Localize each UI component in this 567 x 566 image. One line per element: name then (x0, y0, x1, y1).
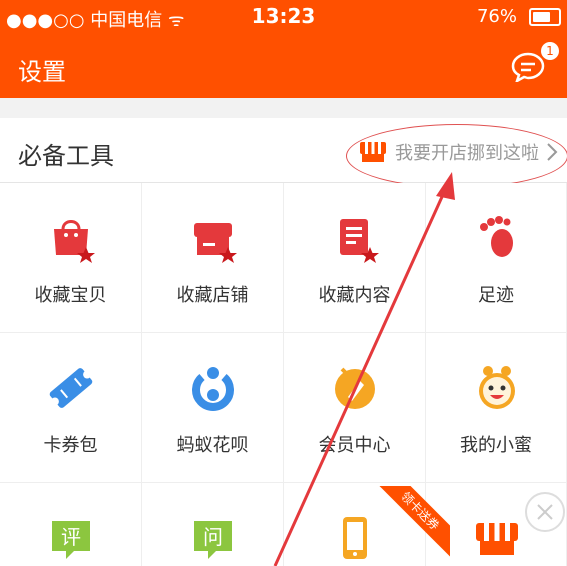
tool-question[interactable]: 问 (142, 483, 284, 566)
assistant-icon (479, 366, 515, 409)
promo-ribbon[interactable]: 领卡送券 (350, 486, 450, 566)
section-title: 必备工具 (18, 142, 114, 170)
close-x-icon (537, 504, 553, 520)
favorite-content-icon (340, 219, 379, 263)
tool-review[interactable]: 评 (0, 483, 142, 566)
review-glyph: 评 (61, 525, 81, 549)
page-title: 设置 (18, 58, 66, 86)
tool-member-center[interactable]: 会员中心 (284, 333, 426, 483)
tool-favorite-shops[interactable]: 收藏店铺 (142, 183, 284, 333)
tool-huabei[interactable]: 蚂蚁花呗 (142, 333, 284, 483)
ribbon-text: 领卡送券 (369, 486, 450, 562)
coupon-icon (49, 368, 93, 408)
tool-label: 会员中心 (318, 435, 391, 456)
battery-percent: 76% (476, 6, 517, 27)
tool-favorite-items[interactable]: 收藏宝贝 (0, 183, 142, 333)
tool-label: 收藏内容 (318, 285, 391, 306)
member-center-icon (335, 367, 375, 409)
tool-label: 收藏店铺 (176, 285, 249, 306)
annotation-ellipse (346, 124, 567, 188)
favorite-shop-icon (194, 223, 237, 263)
tool-label: 我的小蜜 (460, 435, 532, 456)
tool-label: 足迹 (478, 285, 514, 306)
tool-footprint[interactable]: 足迹 (426, 183, 567, 333)
tool-assistant[interactable]: 我的小蜜 (426, 333, 567, 483)
section-spacer (0, 98, 567, 118)
huabei-icon (192, 367, 234, 411)
shop-icon (476, 523, 518, 555)
battery-icon (529, 8, 561, 26)
tool-label: 蚂蚁花呗 (176, 435, 249, 456)
status-bar: ●●●○○ 中国电信 ᯤ 13:23 76% (0, 0, 567, 34)
question-icon: 问 (194, 521, 232, 559)
message-icon[interactable] (511, 52, 545, 82)
review-icon: 评 (52, 521, 90, 559)
tools-grid: 收藏宝贝 收藏店铺 收藏内容 足迹 卡券包 蚂蚁花呗 会员中心 我的小蜜 评 问 (0, 183, 567, 566)
tool-coupons[interactable]: 卡券包 (0, 333, 142, 483)
tool-label: 卡券包 (43, 435, 98, 456)
footprint-icon (480, 216, 513, 257)
close-icon[interactable] (525, 492, 565, 532)
tool-favorite-content[interactable]: 收藏内容 (284, 183, 426, 333)
question-glyph: 问 (203, 525, 223, 549)
tool-label: 收藏宝贝 (34, 285, 107, 306)
message-badge: 1 (541, 42, 559, 60)
favorite-item-icon (54, 220, 95, 263)
top-bar: ●●●○○ 中国电信 ᯤ 13:23 76% 设置 1 (0, 0, 567, 98)
